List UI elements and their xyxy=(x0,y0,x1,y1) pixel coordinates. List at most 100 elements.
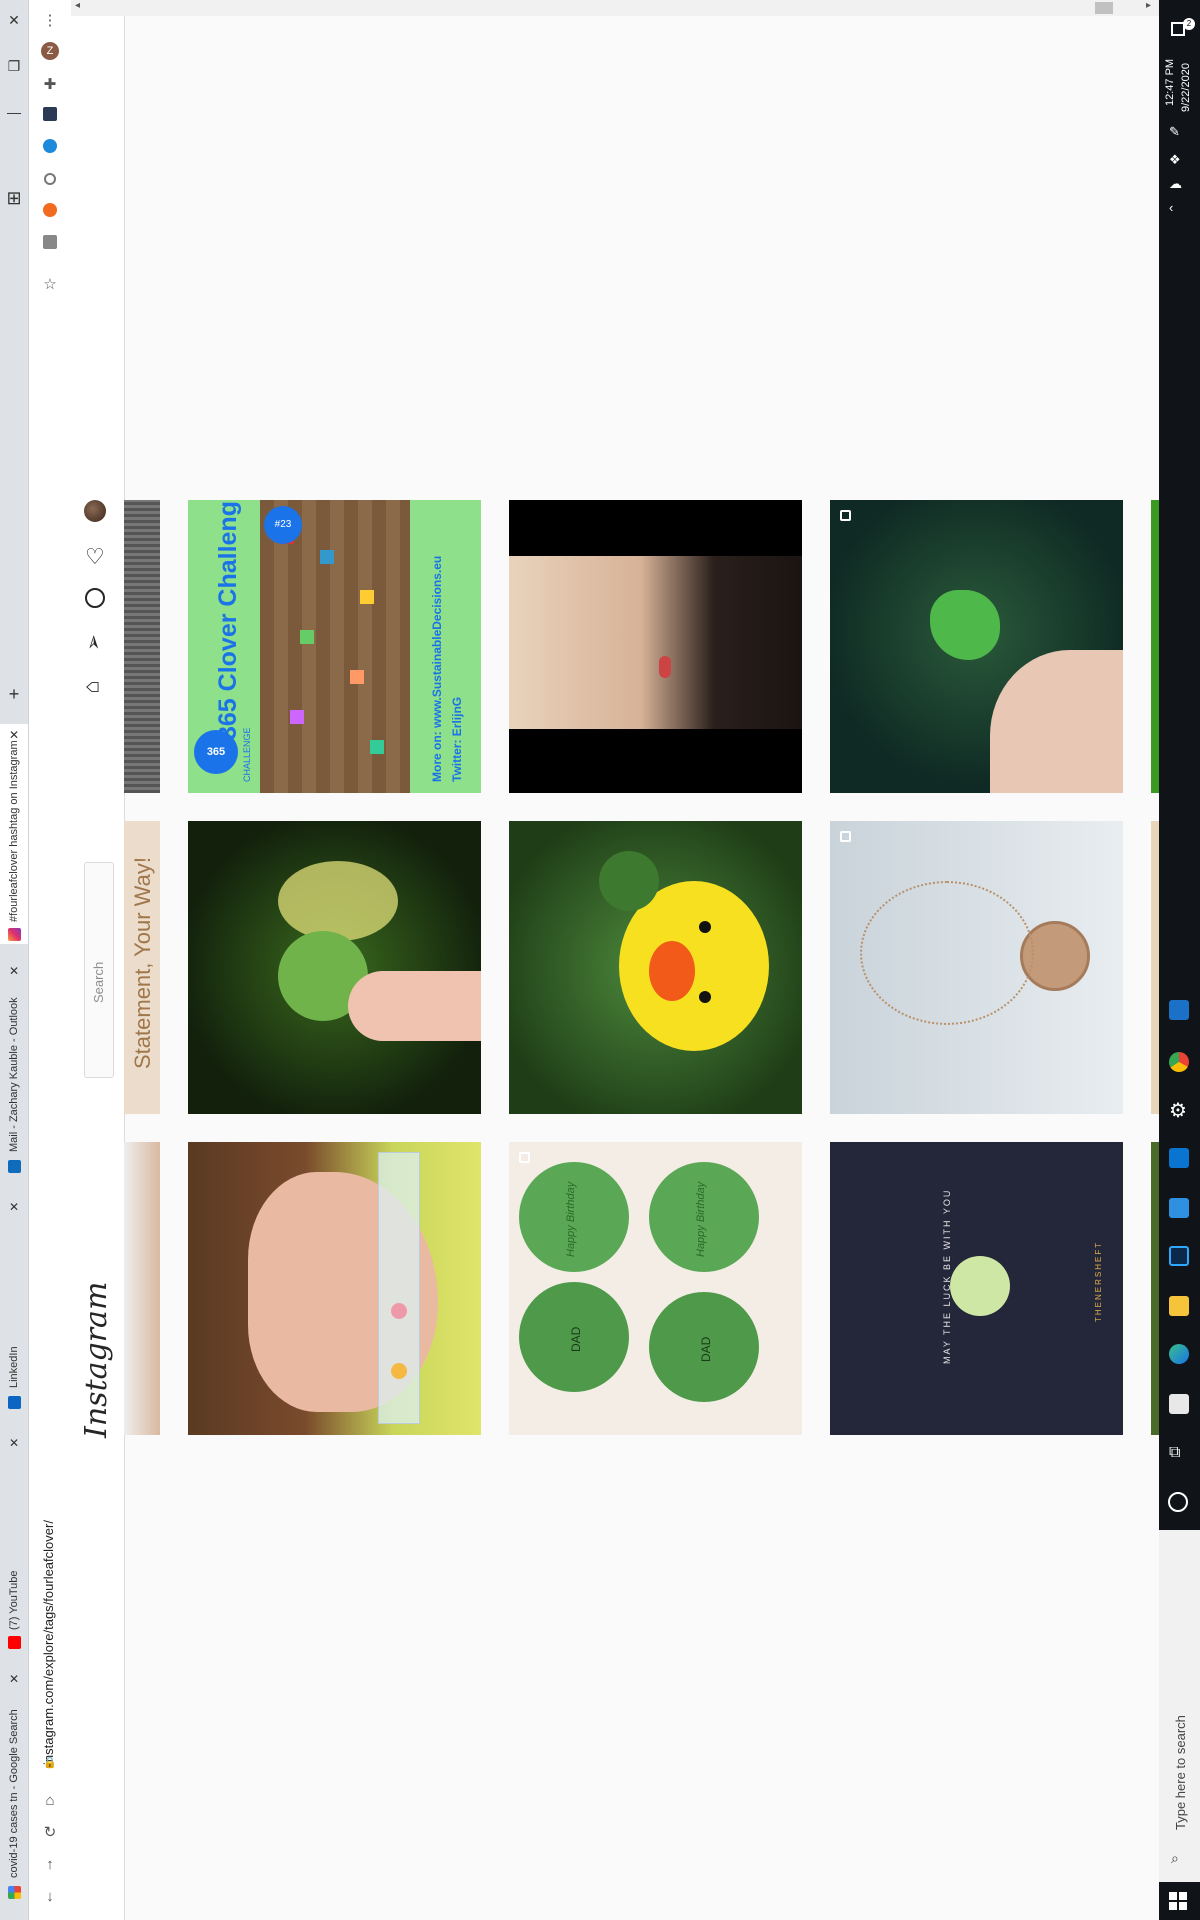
post-woman-portrait[interactable] xyxy=(509,500,802,793)
tab-strip: ✕ ❐ — ⊞ + ✕ #fourleafclover hashtag on I… xyxy=(0,0,29,1920)
partial-post-tile[interactable]: Statement, Your Way! xyxy=(124,821,160,1114)
chevron-up-icon[interactable]: ‹ xyxy=(1169,200,1173,215)
partial-post-tile[interactable] xyxy=(1151,821,1159,1114)
scroll-left-arrow[interactable]: ◂ xyxy=(75,0,80,11)
challenge-logo: 365 xyxy=(194,730,238,774)
mail-app-icon[interactable] xyxy=(1169,1148,1189,1168)
challenge-logo-sub: CHALLENGE xyxy=(242,727,252,782)
clover-icon xyxy=(950,1256,1010,1316)
post-dad-cupcakes[interactable]: DAD DAD Happy Birthday Happy Birthday xyxy=(509,1142,802,1435)
tab-youtube[interactable]: ✕ (7) YouTube xyxy=(0,1432,28,1652)
input-indicator-icon[interactable]: ✎ xyxy=(1169,124,1180,140)
profile-avatar[interactable] xyxy=(84,500,106,522)
post-luck-be-with-you[interactable]: MAY THE LUCK BE WITH YOU THENERSHEFT xyxy=(830,1142,1123,1435)
tab-linkedin[interactable]: ✕ LinkedIn xyxy=(0,1196,28,1416)
new-tab-button[interactable]: + xyxy=(0,684,28,705)
clock-date[interactable]: 9/22/2020 xyxy=(1180,63,1192,112)
clover-image xyxy=(599,851,659,911)
home-icon[interactable]: ⌂ xyxy=(79,680,105,693)
post-clover-necklace[interactable] xyxy=(830,821,1123,1114)
reload-icon[interactable]: ↻ xyxy=(39,1822,61,1844)
close-tab-icon[interactable]: ✕ xyxy=(8,1200,20,1214)
tab-title: Mail - Zachary Kauble - Outlook xyxy=(8,997,20,1152)
cupcake-text: Happy Birthday xyxy=(565,1181,577,1257)
close-tab-icon[interactable]: ✕ xyxy=(8,1436,20,1450)
activity-icon[interactable]: ♡ xyxy=(85,544,105,570)
partial-post-tile[interactable] xyxy=(1151,1142,1159,1435)
scroll-thumb[interactable] xyxy=(1095,2,1113,14)
close-tab-icon[interactable]: ✕ xyxy=(8,1672,20,1686)
post-rubber-duck-clovers[interactable] xyxy=(509,821,802,1114)
extension-g-icon[interactable] xyxy=(39,234,61,256)
instagram-icon xyxy=(8,928,21,941)
tab-search-icon[interactable]: ⊞ xyxy=(0,188,28,209)
clover-image xyxy=(930,590,1000,660)
cupcake-text: DAD xyxy=(699,1336,713,1362)
forward-icon[interactable]: ↑ xyxy=(39,1854,61,1876)
post-clover-bookmark[interactable] xyxy=(188,1142,481,1435)
direct-icon[interactable]: ➢ xyxy=(81,634,106,651)
chrome-app-icon[interactable] xyxy=(1169,1052,1189,1072)
post-clover-challenge[interactable]: 365 Clover Challenge #23 365 CHALLENGE M… xyxy=(188,500,481,793)
partial-post-tile[interactable] xyxy=(124,500,160,793)
file-explorer-app-icon[interactable] xyxy=(1169,1296,1189,1316)
photoshop-app-icon[interactable] xyxy=(1169,1246,1189,1266)
home-icon[interactable]: ⌂ xyxy=(39,1790,61,1812)
extension-gray-icon[interactable] xyxy=(39,170,61,192)
close-tab-icon[interactable]: ✕ xyxy=(8,964,20,978)
minimize-window-button[interactable]: — xyxy=(0,104,28,120)
close-window-button[interactable]: ✕ xyxy=(0,12,28,29)
back-icon[interactable]: ↓ xyxy=(39,1886,61,1908)
tab-title: LinkedIn xyxy=(8,1346,20,1388)
scroll-right-arrow[interactable]: ▸ xyxy=(1146,0,1151,11)
instagram-logo[interactable]: Instagram xyxy=(79,1282,114,1438)
extension-chart-icon[interactable] xyxy=(39,106,61,128)
partial-post-tile[interactable] xyxy=(1151,500,1159,793)
extensions-icon[interactable]: ✚ xyxy=(39,74,61,96)
horizontal-scrollbar[interactable]: ◂ ▸ xyxy=(71,0,1159,16)
outlook-icon xyxy=(8,1160,21,1173)
portrait-image xyxy=(509,556,802,729)
partial-post-tile[interactable] xyxy=(124,1142,160,1435)
task-view-icon[interactable]: ⧉ xyxy=(1169,1444,1180,1462)
restore-window-button[interactable]: ❐ xyxy=(0,58,28,75)
post-twitter-text: Twitter: ErlijnG xyxy=(450,696,464,782)
clock-time[interactable]: 12:47 PM xyxy=(1164,59,1176,106)
cloud-icon[interactable]: ☁ xyxy=(1169,176,1182,192)
extension-blue-icon[interactable] xyxy=(39,138,61,160)
tab-google[interactable]: ✕ covid-19 cases tn - Google Search xyxy=(0,1668,28,1899)
menu-icon[interactable]: ⋮ xyxy=(39,10,61,32)
edge-app-icon[interactable] xyxy=(1169,1344,1189,1364)
windows-start-icon[interactable] xyxy=(1169,1892,1187,1910)
multiple-posts-icon xyxy=(840,831,851,842)
extension-orange-icon[interactable] xyxy=(39,202,61,224)
post-four-leaf-clover-flowers[interactable] xyxy=(188,821,481,1114)
edge-banner-text: Statement, Your Way! xyxy=(130,857,155,1069)
outlook-app-icon[interactable] xyxy=(1169,1000,1189,1020)
profile-avatar[interactable]: Z xyxy=(41,42,59,60)
vscode-app-icon[interactable] xyxy=(1169,1198,1189,1218)
search-icon: ⌕ xyxy=(1171,1850,1179,1866)
post-clover-in-hand[interactable] xyxy=(830,500,1123,793)
notification-center-icon[interactable]: 2 xyxy=(1159,0,1200,40)
multiple-posts-icon xyxy=(840,510,851,521)
bookmark-star-icon[interactable]: ☆ xyxy=(39,274,61,296)
notification-count: 2 xyxy=(1183,18,1195,30)
dropbox-icon[interactable]: ❖ xyxy=(1169,152,1181,168)
cortana-icon[interactable] xyxy=(1168,1492,1188,1512)
taskbar-search-box[interactable]: Type here to search ⌕ xyxy=(1159,1530,1200,1882)
address-bar[interactable]: instagram.com/explore/tags/fourleafclove… xyxy=(41,1520,56,1765)
lock-icon: 🔒 xyxy=(43,1757,57,1769)
tab-instagram[interactable]: ✕ #fourleafclover hashtag on Instagram xyxy=(0,724,28,944)
search-input[interactable]: Search xyxy=(84,862,114,1078)
google-icon xyxy=(8,1886,21,1899)
store-app-icon[interactable] xyxy=(1169,1394,1189,1414)
youtube-icon xyxy=(8,1636,21,1649)
tab-outlook[interactable]: ✕ Mail - Zachary Kauble - Outlook xyxy=(0,960,28,1180)
cupcake: Happy Birthday xyxy=(649,1162,759,1272)
finger-image xyxy=(348,971,481,1041)
explore-icon[interactable] xyxy=(85,588,105,608)
settings-app-icon[interactable]: ⚙ xyxy=(1169,1098,1187,1123)
post-website-text: More on: www.SustainableDecisions.eu xyxy=(430,555,444,782)
taskbar-search-placeholder: Type here to search xyxy=(1173,1715,1188,1830)
